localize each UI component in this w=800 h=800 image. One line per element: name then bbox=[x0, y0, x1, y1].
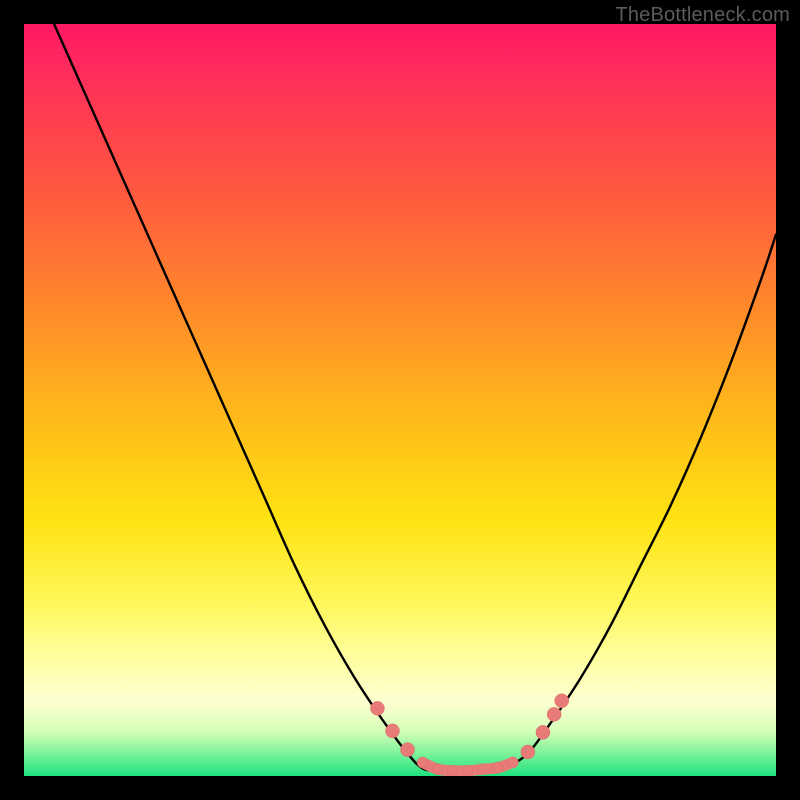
data-marker bbox=[536, 725, 550, 739]
data-marker bbox=[385, 724, 399, 738]
data-marker bbox=[401, 743, 415, 757]
chart-frame bbox=[24, 24, 776, 776]
data-marker bbox=[521, 745, 535, 759]
data-marker bbox=[370, 701, 384, 715]
data-marker bbox=[432, 764, 443, 775]
chart-svg bbox=[24, 24, 776, 776]
bottleneck-curve bbox=[54, 24, 776, 772]
data-marker bbox=[462, 765, 473, 776]
attribution-text: TheBottleneck.com bbox=[615, 4, 790, 27]
data-marker bbox=[492, 762, 503, 773]
data-marker bbox=[507, 757, 518, 768]
data-marker bbox=[447, 765, 458, 776]
data-marker bbox=[477, 764, 488, 775]
data-marker bbox=[547, 707, 561, 721]
data-marker bbox=[555, 694, 569, 708]
data-marker bbox=[417, 757, 428, 768]
